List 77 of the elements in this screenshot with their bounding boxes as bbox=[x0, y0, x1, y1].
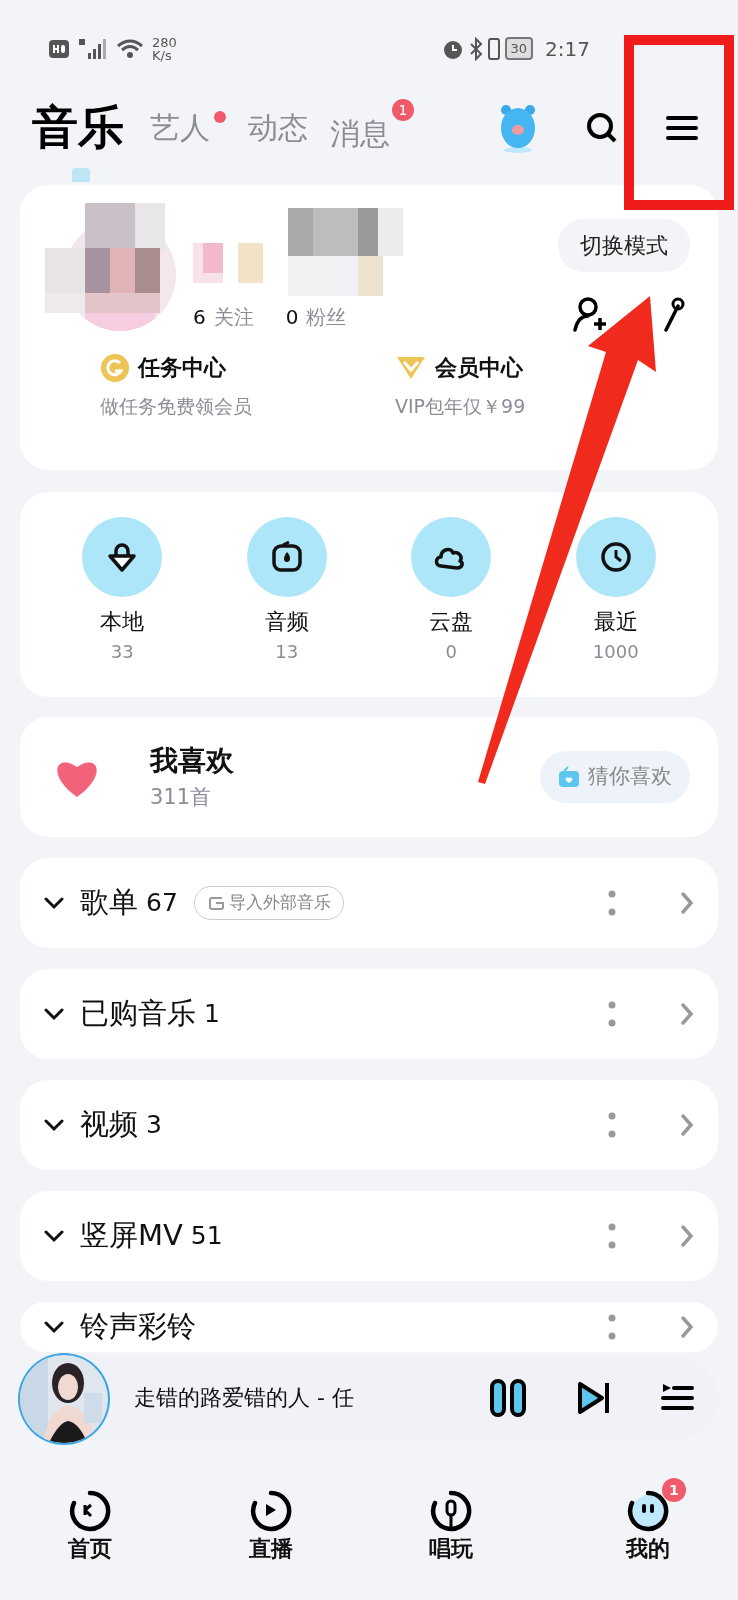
perk-title[interactable]: 任务中心 bbox=[138, 351, 226, 384]
next-icon[interactable] bbox=[576, 1379, 612, 1416]
bluetooth-icon bbox=[468, 36, 483, 61]
favorites-count: 311首 bbox=[150, 784, 213, 812]
section-count: 51 bbox=[190, 1220, 223, 1253]
speed-unit: K/s bbox=[152, 48, 173, 62]
more-icon[interactable] bbox=[608, 1314, 616, 1340]
chevron-right-icon[interactable] bbox=[680, 1002, 694, 1026]
chevron-down-icon[interactable] bbox=[44, 1229, 64, 1243]
coin-icon bbox=[100, 352, 130, 383]
phone-icon bbox=[486, 36, 501, 61]
chevron-down-icon[interactable] bbox=[44, 1320, 64, 1334]
perk-title[interactable]: 会员中心 bbox=[435, 351, 523, 384]
section-count: 1 bbox=[204, 998, 220, 1031]
chevron-right-icon[interactable] bbox=[680, 891, 694, 915]
sing-icon bbox=[430, 1490, 473, 1532]
more-icon[interactable] bbox=[608, 1001, 616, 1027]
section-title: 竖屏MV bbox=[80, 1217, 183, 1255]
speed-text: 280 bbox=[152, 35, 177, 49]
more-icon[interactable] bbox=[608, 890, 616, 916]
me-icon bbox=[626, 1490, 669, 1532]
shortcut-label[interactable]: 最近 bbox=[593, 605, 638, 638]
shortcut-count: 13 bbox=[275, 640, 299, 664]
tab[interactable]: 音乐 bbox=[32, 93, 124, 162]
pause-icon[interactable] bbox=[488, 1377, 528, 1418]
shortcut-count: 0 bbox=[445, 640, 457, 664]
nav-tab[interactable]: 唱玩 bbox=[429, 1490, 474, 1600]
diamond-icon bbox=[395, 354, 427, 381]
search-icon[interactable] bbox=[586, 111, 618, 144]
live-icon bbox=[249, 1490, 292, 1532]
fans-count: 0 bbox=[285, 304, 299, 331]
chevron-right-icon[interactable] bbox=[680, 1315, 694, 1339]
shortcut-count: 33 bbox=[110, 640, 134, 664]
wifi-icon bbox=[116, 37, 144, 60]
shortcut-label[interactable]: 云盘 bbox=[429, 605, 474, 638]
section-title: 已购音乐 bbox=[80, 995, 196, 1033]
perk-subtitle: 做任务免费领会员 bbox=[100, 394, 253, 419]
menu-icon[interactable] bbox=[666, 113, 698, 142]
chevron-down-icon[interactable] bbox=[44, 1007, 64, 1021]
section-count: 3 bbox=[146, 1109, 162, 1142]
nav-tab[interactable]: 我的 1 bbox=[609, 1478, 686, 1600]
add-user-icon[interactable] bbox=[572, 296, 608, 332]
shortcut-label[interactable]: 音频 bbox=[264, 605, 309, 638]
mode-switch-button[interactable]: 切换模式 bbox=[558, 219, 690, 272]
chevron-right-icon[interactable] bbox=[680, 1224, 694, 1248]
track-title[interactable]: 走错的路爱错的人 - 任 bbox=[134, 1381, 354, 1414]
section-row[interactable]: 竖屏MV 51 bbox=[20, 1191, 718, 1281]
nav-tab[interactable]: 首页 bbox=[68, 1490, 113, 1600]
more-icon[interactable] bbox=[608, 1223, 616, 1249]
notification-badge: 1 bbox=[661, 1478, 686, 1502]
clock-time: 2:17 bbox=[545, 35, 590, 63]
perk-subtitle: VIP包年仅￥99 bbox=[395, 394, 527, 419]
section-title: 歌单 bbox=[80, 884, 138, 922]
section-title: 视频 bbox=[80, 1106, 138, 1144]
hd-icon bbox=[48, 38, 70, 59]
battery-level: 30 bbox=[504, 36, 534, 61]
home-icon bbox=[69, 1490, 112, 1532]
section-count: 67 bbox=[146, 887, 178, 920]
chevron-right-icon[interactable] bbox=[680, 1113, 694, 1137]
section-row[interactable]: 铃声彩铃 bbox=[20, 1302, 718, 1352]
section-row[interactable]: 歌单 67 导入外部音乐 bbox=[20, 858, 718, 948]
chevron-down-icon[interactable] bbox=[44, 1118, 64, 1132]
more-icon[interactable] bbox=[608, 1112, 616, 1138]
notification-badge: 1 bbox=[392, 99, 414, 121]
section-row[interactable]: 视频 3 bbox=[20, 1080, 718, 1170]
chevron-down-icon[interactable] bbox=[44, 896, 64, 910]
radio-icon bbox=[558, 766, 580, 788]
signal-icon bbox=[78, 36, 108, 61]
shortcut-count: 1000 bbox=[592, 640, 639, 664]
tab-indicator bbox=[72, 168, 90, 182]
follow-count: 6 bbox=[193, 304, 206, 331]
section-row[interactable]: 已购音乐 1 bbox=[20, 969, 718, 1059]
favorites-title[interactable]: 我喜欢 bbox=[150, 740, 234, 783]
nav-tab[interactable]: 直播 bbox=[248, 1490, 293, 1600]
import-icon bbox=[206, 894, 225, 912]
shortcut-label[interactable]: 本地 bbox=[100, 605, 145, 638]
section-title: 铃声彩铃 bbox=[80, 1308, 196, 1346]
